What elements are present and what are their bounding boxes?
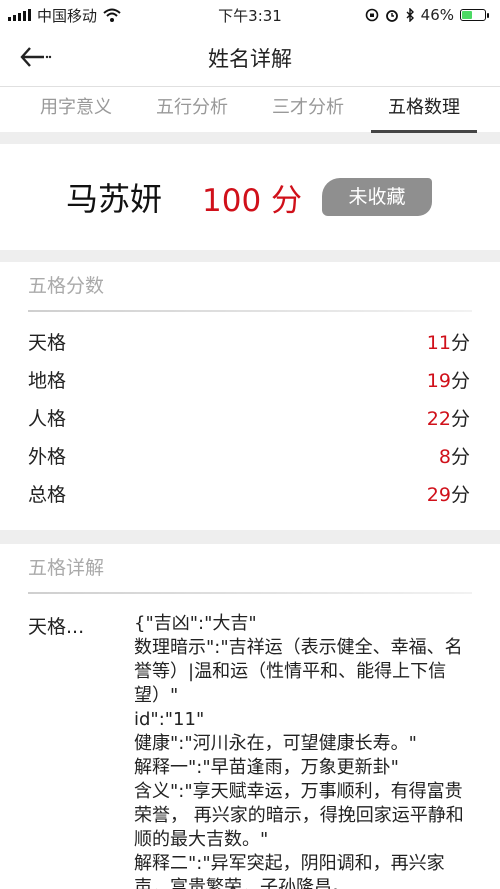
score-unit: 分 bbox=[450, 445, 470, 468]
battery-fill bbox=[462, 11, 473, 19]
score-row-heaven: 天格 11分 bbox=[0, 322, 500, 360]
status-time: 下午3:31 bbox=[218, 6, 282, 25]
back-arrow-icon[interactable] bbox=[18, 42, 54, 74]
tab-bar: 用字意义 五行分析 三才分析 五格数理 bbox=[0, 86, 500, 133]
score-label: 总格 bbox=[28, 483, 67, 506]
score-row-earth: 地格 19分 bbox=[0, 360, 500, 398]
score-unit: 分 bbox=[450, 331, 470, 354]
battery-percent: 46% bbox=[420, 6, 454, 24]
detail-section-title: 五格详解 bbox=[28, 557, 105, 579]
tab-five-grids[interactable]: 五格数理 bbox=[371, 87, 477, 133]
score-label: 外格 bbox=[28, 445, 67, 468]
status-bar: 中国移动 下午3:31 46% bbox=[0, 0, 500, 30]
detail-text: {"吉凶":"大吉" 数理暗示":"吉祥运（表示健全、幸福、名誉等）|温和运（性… bbox=[134, 613, 464, 889]
carrier-name: 中国移动 bbox=[37, 6, 98, 25]
detail-section: 五格详解 天格... {"吉凶":"大吉" 数理暗示":"吉祥运（表示健全、幸福… bbox=[0, 544, 500, 889]
score-row-person: 人格 22分 bbox=[0, 398, 500, 436]
detail-label: 天格... bbox=[28, 616, 85, 638]
signal-icon bbox=[8, 9, 31, 21]
score-value: 19 bbox=[426, 369, 451, 392]
tab-character-meaning[interactable]: 用字意义 bbox=[23, 87, 129, 133]
score-label: 人格 bbox=[28, 407, 67, 430]
score-row-outer: 外格 8分 bbox=[0, 436, 500, 474]
score-unit: 分 bbox=[450, 369, 470, 392]
alarm-icon bbox=[385, 10, 398, 22]
bluetooth-icon bbox=[406, 8, 414, 22]
score-label: 天格 bbox=[28, 331, 67, 354]
score-unit: 分 bbox=[450, 483, 470, 506]
name-text: 马苏妍 bbox=[66, 180, 163, 218]
score-label: 地格 bbox=[28, 369, 67, 392]
score-value: 22 bbox=[426, 407, 451, 430]
score-section: 五格分数 天格 11分 地格 19分 人格 22分 外格 8分 总格 29分 bbox=[0, 262, 500, 530]
page-title: 姓名详解 bbox=[208, 47, 292, 71]
name-score: 100 分 bbox=[202, 182, 303, 219]
battery-icon bbox=[460, 9, 489, 21]
favorite-button[interactable]: 未收藏 bbox=[322, 178, 433, 216]
score-unit: 分 bbox=[450, 407, 470, 430]
score-row-total: 总格 29分 bbox=[0, 474, 500, 512]
tab-three-talents[interactable]: 三才分析 bbox=[255, 87, 361, 133]
score-section-title: 五格分数 bbox=[28, 275, 105, 297]
nav-bar: 姓名详解 bbox=[0, 30, 500, 86]
score-value: 8 bbox=[438, 445, 451, 468]
wifi-icon bbox=[103, 8, 121, 22]
score-value: 29 bbox=[426, 483, 451, 506]
name-card: 马苏妍 100 分 未收藏 bbox=[0, 144, 500, 250]
score-value: 11 bbox=[426, 331, 451, 354]
lock-rotation-icon bbox=[365, 8, 378, 22]
tab-five-elements[interactable]: 五行分析 bbox=[139, 87, 245, 133]
detail-row-heaven: 天格... {"吉凶":"大吉" 数理暗示":"吉祥运（表示健全、幸福、名誉等）… bbox=[0, 594, 500, 889]
